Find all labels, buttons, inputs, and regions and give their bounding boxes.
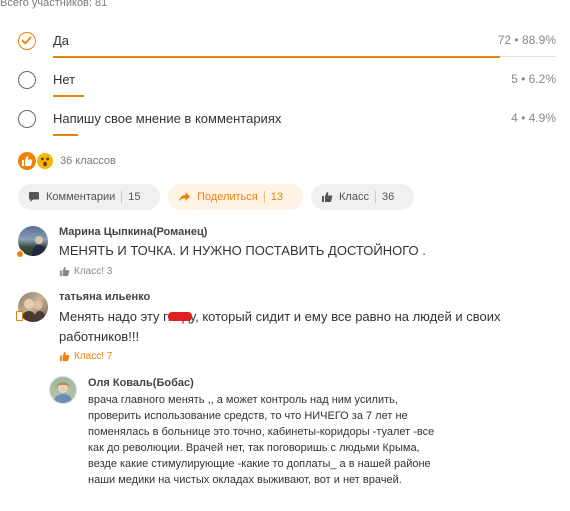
reply-text: врача главного менять ,, а может контрол… (88, 394, 435, 486)
comments-count: 15 (128, 191, 141, 203)
poll-bar-fill (53, 134, 78, 136)
online-indicator-icon (16, 250, 24, 258)
share-count: 13 (270, 191, 283, 203)
poll-option-comment[interactable]: Напишу свое мнение в комментариях 4 • 4.… (0, 110, 560, 144)
wow-emoji-icon (36, 152, 54, 170)
poll-option-label: Нет (53, 72, 76, 87)
like-label: Класс (339, 191, 369, 203)
share-icon (179, 192, 190, 202)
thumbs-up-icon (59, 266, 70, 277)
klass-button[interactable]: Класс! 7 (59, 351, 112, 362)
share-label: Поделиться (197, 191, 258, 203)
klass-label: Класс! 3 (74, 266, 113, 277)
mobile-indicator-icon (16, 311, 23, 321)
poll-option-stats: 5 • 6.2% (511, 72, 556, 86)
avatar[interactable] (49, 376, 77, 404)
comment-icon (29, 192, 39, 202)
comment-text: Менять надо эту гниду, который сидит и е… (59, 309, 501, 344)
poll-option-stats: 4 • 4.9% (511, 111, 556, 125)
reactions-summary[interactable]: 36 классов (18, 152, 178, 172)
poll-option-label: Да (53, 33, 70, 48)
radio-icon (18, 110, 36, 128)
comment-author[interactable]: Марина Цыпкина(Романец) (59, 226, 207, 238)
reply-author[interactable]: Оля Коваль(Бобас) (88, 377, 194, 389)
comments-label: Комментарии (46, 191, 116, 203)
likes-count[interactable]: 36 классов (60, 155, 116, 167)
like-button[interactable]: Класс 36 (311, 184, 414, 210)
poll-bar-fill (53, 56, 500, 58)
poll-option-no[interactable]: Нет 5 • 6.2% (0, 71, 560, 105)
share-button[interactable]: Поделиться 13 (168, 184, 303, 210)
comments-button[interactable]: Комментарии 15 (18, 184, 160, 210)
poll-participants-count: Всего участников: 81 (0, 0, 108, 9)
poll-option-label: Напишу свое мнение в комментариях (53, 111, 282, 126)
klass-label: Класс! 7 (74, 351, 113, 362)
comment-author[interactable]: татьяна ильенко (59, 291, 150, 303)
klass-button[interactable]: Класс! 3 (59, 266, 112, 277)
poll-option-yes[interactable]: Да 72 • 88.9% (0, 32, 560, 66)
poll-option-stats: 72 • 88.9% (497, 33, 556, 47)
radio-icon (18, 71, 36, 89)
thumbs-up-icon (18, 152, 36, 170)
thumbs-up-icon (59, 351, 70, 362)
thumbs-up-icon (322, 192, 333, 202)
profanity-censor-mark (168, 312, 192, 321)
poll-bar-fill (53, 95, 84, 97)
checked-radio-icon (18, 32, 36, 50)
comment-text: МЕНЯТЬ И ТОЧКА. И НУЖНО ПОСТАВИТЬ ДОСТОЙ… (59, 243, 426, 258)
like-count: 36 (381, 191, 395, 203)
